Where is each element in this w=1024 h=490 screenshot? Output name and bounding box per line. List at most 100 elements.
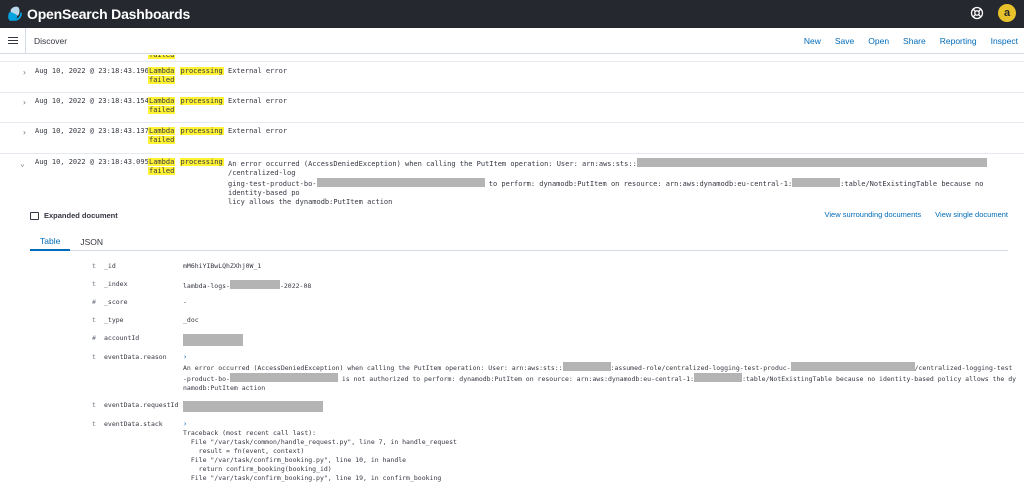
redacted-block — [183, 334, 243, 346]
chevron-right-icon[interactable]: › — [183, 353, 187, 361]
highlight-text: failed — [148, 136, 176, 144]
field-type-icon: t — [92, 262, 96, 270]
folder-icon — [30, 211, 39, 220]
table-row: failed — [0, 55, 1024, 62]
row-timestamp: Aug 10, 2022 @ 23:18:43.154 — [35, 97, 149, 105]
chevron-down-icon[interactable]: ⌄ — [20, 159, 25, 168]
field-value: mM6hiYIBwLQhZXhj0W_1 — [183, 262, 262, 270]
chevron-right-icon[interactable]: › — [183, 420, 187, 428]
document-table: failed › Aug 10, 2022 @ 23:18:43.196 Lam… — [0, 55, 1024, 490]
field-type-icon: t — [92, 353, 96, 361]
help-icon[interactable] — [970, 6, 984, 20]
field-type-icon: t — [92, 401, 96, 409]
table-row: › Aug 10, 2022 @ 23:18:43.154 Lambda pro… — [0, 93, 1024, 123]
field-name: eventData.requestId — [104, 401, 179, 409]
highlight-text: failed — [148, 167, 176, 175]
tab-table[interactable]: Table — [30, 233, 71, 251]
redacted-block — [790, 362, 915, 371]
value-text: An error occurred (AccessDeniedException… — [183, 364, 563, 372]
row-message: External error — [228, 97, 288, 105]
row-message: An error occurred (AccessDeniedException… — [228, 158, 1018, 207]
field-type-icon: # — [92, 334, 96, 342]
inspect-link[interactable]: Inspect — [991, 36, 1018, 46]
redacted-block — [694, 373, 743, 382]
message-text: An error occurred (AccessDeniedException… — [228, 160, 637, 168]
field-type-icon: t — [92, 420, 96, 428]
redacted-block — [229, 280, 280, 289]
app-title-part-2: Search Dashboards — [61, 6, 191, 22]
highlight-text: failed — [148, 106, 176, 114]
chevron-right-icon[interactable]: › — [22, 98, 27, 107]
redacted-block — [316, 178, 485, 187]
field-name: eventData.stack — [104, 420, 163, 428]
field-name: _score — [104, 298, 128, 306]
chevron-right-icon[interactable]: › — [22, 128, 27, 137]
highlight-text: processing — [179, 158, 224, 166]
highlight-text: Lambda — [148, 127, 176, 135]
row-message: External error — [228, 67, 288, 75]
row-timestamp: Aug 10, 2022 @ 23:18:43.095 — [35, 158, 149, 166]
hamburger-icon — [7, 39, 18, 42]
value-text: namodb:PutItem action — [183, 384, 266, 392]
expanded-document-links: View surrounding documents View single d… — [812, 210, 1008, 219]
highlight-text: processing — [179, 67, 224, 75]
view-surrounding-documents-link[interactable]: View surrounding documents — [824, 210, 921, 219]
redacted-block — [792, 178, 841, 187]
message-text: /centralized-log — [228, 169, 296, 177]
table-row: › Aug 10, 2022 @ 23:18:43.196 Lambda pro… — [0, 63, 1024, 93]
breadcrumb[interactable]: Discover — [34, 36, 67, 46]
value-text: is not authorized to perform: dynamodb:P… — [337, 375, 695, 383]
share-link[interactable]: Share — [903, 36, 926, 46]
field-type-icon: t — [92, 316, 96, 324]
redacted-block — [562, 362, 611, 371]
app-title-part-1: Open — [27, 6, 62, 22]
top-nav-bar: OpenSearch Dashboards a — [0, 0, 1024, 28]
value-text: -2022-08 — [279, 282, 312, 290]
row-source: Lambda processing failed — [148, 67, 224, 85]
value-text: /centralized-logging-test — [914, 364, 1013, 372]
value-text: lambda-logs- — [183, 282, 230, 290]
highlight-text: Lambda — [148, 158, 176, 166]
field-value: _doc — [183, 316, 199, 324]
menu-toggle-button[interactable] — [0, 27, 26, 54]
tab-json[interactable]: JSON — [70, 233, 113, 251]
save-link[interactable]: Save — [835, 36, 854, 46]
row-source: Lambda processing failed — [148, 97, 224, 115]
row-message: External error — [228, 127, 288, 135]
row-timestamp: Aug 10, 2022 @ 23:18:43.196 — [35, 67, 149, 75]
highlight-text: Lambda — [148, 97, 176, 105]
app-title: OpenSearch Dashboards — [27, 6, 190, 22]
value-text: :table/NotExistingTable because no ident… — [742, 375, 1017, 383]
field-name: _id — [104, 262, 116, 270]
reporting-link[interactable]: Reporting — [940, 36, 977, 46]
stack-trace: Traceback (most recent call last): File … — [183, 429, 457, 482]
value-text: -product-bo- — [183, 375, 230, 383]
expanded-document-label: Expanded document — [44, 211, 118, 220]
message-text: licy allows the dynamodb:PutItem action — [228, 198, 393, 206]
redacted-block — [636, 158, 987, 167]
message-text: ging-test-product-bo- — [228, 180, 317, 188]
field-value — [183, 334, 1018, 346]
redacted-block — [229, 373, 338, 382]
field-name: accountId — [104, 334, 140, 342]
value-text: :assumed-role/centralized-logging-test-p… — [610, 364, 791, 372]
field-value: › An error occurred (AccessDeniedExceptio… — [183, 353, 1018, 393]
field-value: › Traceback (most recent call last): File… — [183, 420, 1018, 483]
field-value: - — [183, 298, 187, 306]
redacted-block — [183, 401, 323, 412]
open-link[interactable]: Open — [868, 36, 889, 46]
field-name: eventData.reason — [104, 353, 167, 361]
row-timestamp: Aug 10, 2022 @ 23:18:43.137 — [35, 127, 149, 135]
highlight-text: Lambda — [148, 67, 176, 75]
app-header-bar: Discover New Save Open Share Reporting I… — [0, 27, 1024, 54]
message-text: to perform: dynamodb:PutItem on resource… — [484, 180, 793, 188]
view-single-document-link[interactable]: View single document — [935, 210, 1008, 219]
field-value: lambda-logs- -2022-08 — [183, 280, 1018, 291]
doc-view-tabs: Table JSON — [30, 233, 1008, 251]
new-link[interactable]: New — [804, 36, 821, 46]
app-logo[interactable]: OpenSearch Dashboards — [7, 6, 190, 22]
user-avatar[interactable]: a — [998, 4, 1016, 22]
row-source: Lambda processing failed — [148, 158, 224, 176]
table-row-expanded: ⌄ Aug 10, 2022 @ 23:18:43.095 Lambda pro… — [0, 154, 1024, 206]
chevron-right-icon[interactable]: › — [22, 68, 27, 77]
